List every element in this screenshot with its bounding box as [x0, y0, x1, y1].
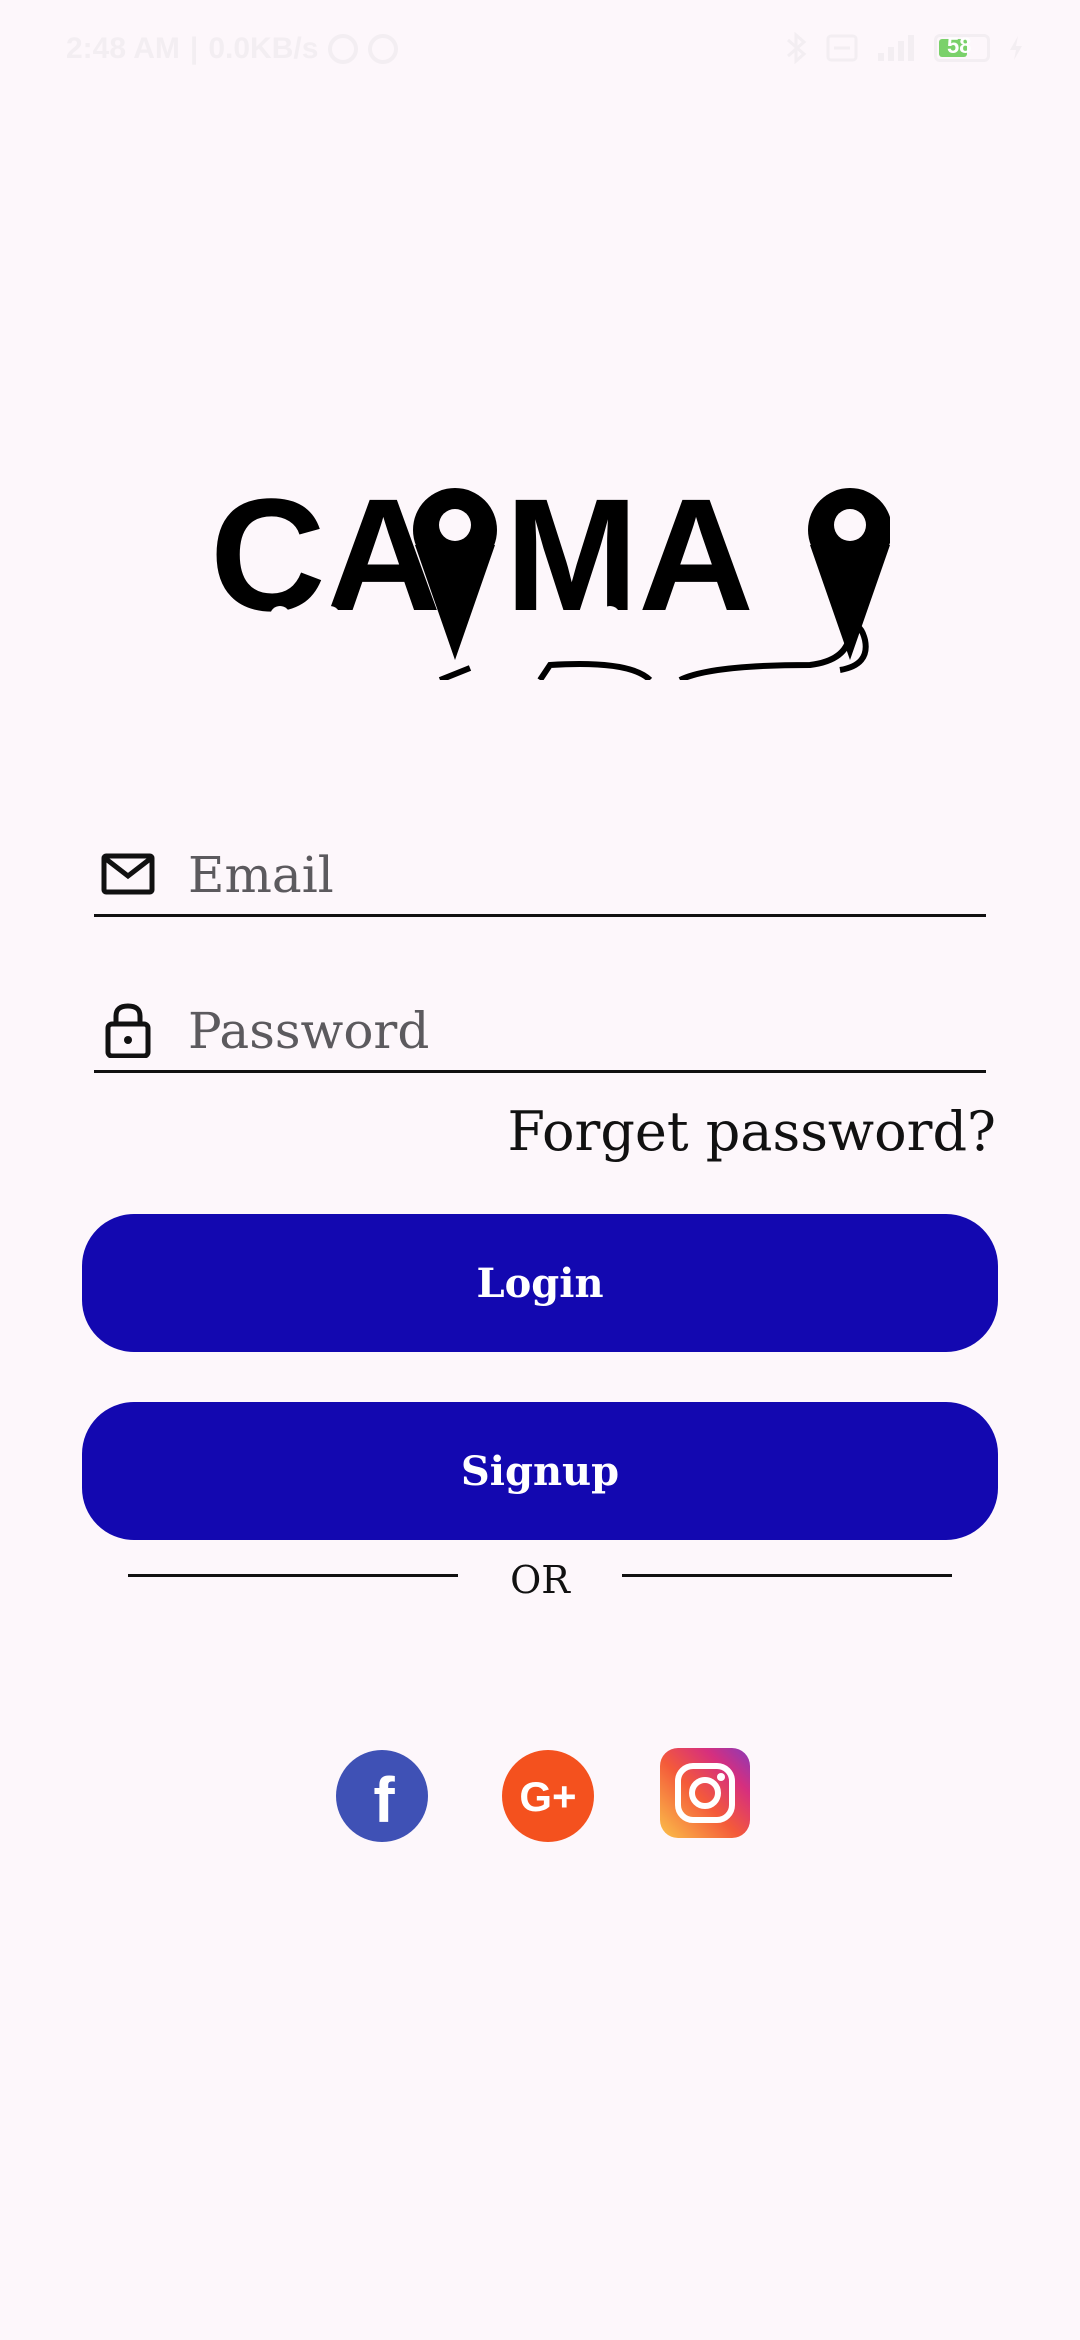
charging-icon — [1010, 36, 1022, 60]
or-divider: OR — [128, 1558, 952, 1612]
sync-icon — [328, 34, 359, 64]
notification-icon — [368, 34, 399, 64]
status-left: 2:48 AM | 0.0KB/s — [66, 32, 399, 66]
status-separator: | — [189, 32, 199, 65]
signal-icon — [878, 35, 914, 61]
status-right: 58 — [784, 32, 1024, 64]
logo-graphic: CA MA — [210, 470, 890, 680]
email-icon — [101, 853, 155, 895]
google-plus-text: G+ — [519, 1773, 576, 1820]
status-time: 2:48 AM — [66, 32, 180, 65]
or-text: OR — [510, 1558, 570, 1602]
battery-level: 58 — [947, 33, 972, 58]
lock-icon — [105, 1003, 151, 1058]
signup-button[interactable]: Signup — [82, 1402, 998, 1540]
password-input[interactable] — [186, 994, 970, 1068]
forget-password-link[interactable]: Forget password? — [508, 1100, 996, 1163]
google-plus-icon[interactable]: G+ — [500, 1748, 596, 1844]
status-bar: 2:48 AM | 0.0KB/s 58 — [0, 0, 1080, 100]
login-button[interactable]: Login — [82, 1214, 998, 1352]
email-input[interactable] — [186, 838, 970, 912]
status-speed: 0.0KB/s — [208, 32, 319, 65]
facebook-icon[interactable]: f — [334, 1748, 430, 1844]
divider-line-right — [622, 1574, 952, 1577]
bluetooth-icon — [787, 32, 807, 64]
capmap-logo: CA MA — [210, 470, 890, 680]
facebook-letter: f — [373, 1764, 395, 1836]
password-field[interactable] — [94, 994, 986, 1073]
instagram-icon[interactable] — [660, 1748, 750, 1838]
email-field[interactable] — [94, 838, 986, 917]
sim-card-icon — [826, 34, 858, 62]
battery-icon: 58 — [934, 33, 990, 62]
